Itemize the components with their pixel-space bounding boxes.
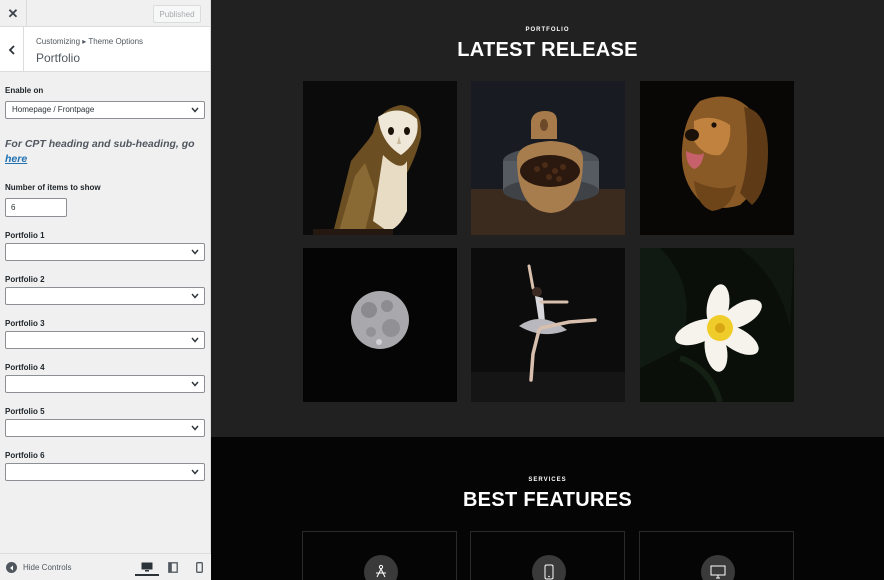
portfolio-3-label: Portfolio 3 xyxy=(5,319,45,328)
portfolio-item-flower[interactable] xyxy=(640,248,794,402)
section-header: Customizing ▸ Theme Options Portfolio xyxy=(0,27,210,72)
portfolio-1-select[interactable] xyxy=(5,243,205,261)
feature-card[interactable] xyxy=(470,531,625,580)
portfolio-item-dog[interactable] xyxy=(640,81,794,235)
chevron-down-icon xyxy=(191,337,199,343)
items-count-input[interactable]: 6 xyxy=(5,198,67,217)
chevron-down-icon xyxy=(191,425,199,431)
services-title: BEST FEATURES xyxy=(462,489,633,511)
tablet-preview-button[interactable] xyxy=(161,559,185,576)
enable-on-value: Homepage / Frontpage xyxy=(12,105,95,114)
desktop-icon xyxy=(141,562,153,571)
hide-controls-label: Hide Controls xyxy=(23,563,72,572)
chevron-down-icon xyxy=(191,381,199,387)
customizer-sidebar: ✕ Published Customizing ▸ Theme Options … xyxy=(0,0,211,580)
customizer-topbar: ✕ Published xyxy=(0,0,210,27)
services-eyebrow: SERVICES xyxy=(528,477,567,483)
services-section: SERVICES BEST FEATURES xyxy=(211,437,884,580)
portfolio-1-label: Portfolio 1 xyxy=(5,231,45,240)
portfolio-2-select[interactable] xyxy=(5,287,205,305)
controls-panel: Enable on Homepage / Frontpage For CPT h… xyxy=(0,86,210,481)
portfolio-item-owl[interactable] xyxy=(303,81,457,235)
portfolio-item-ballerina[interactable] xyxy=(471,248,625,402)
portfolio-title: LATEST RELEASE xyxy=(457,39,638,61)
cpt-here-link[interactable]: here xyxy=(5,153,27,165)
back-button[interactable] xyxy=(0,27,24,72)
mobile-preview-button[interactable] xyxy=(187,559,211,576)
collapse-icon xyxy=(6,562,17,573)
chevron-down-icon xyxy=(191,293,199,299)
breadcrumb: Customizing ▸ Theme Options xyxy=(36,37,144,46)
customizer-footer: Hide Controls xyxy=(0,553,211,580)
cpt-note-text: For CPT heading and sub-heading, go xyxy=(5,138,195,150)
chevron-left-icon xyxy=(8,44,15,55)
portfolio-item-moon[interactable] xyxy=(303,248,457,402)
enable-on-label: Enable on xyxy=(5,86,44,95)
feature-card[interactable] xyxy=(639,531,794,580)
design-icon xyxy=(364,555,398,580)
portfolio-section: PORTFOLIO LATEST RELEASE xyxy=(211,0,884,437)
portfolio-6-label: Portfolio 6 xyxy=(5,451,45,460)
portfolio-5-select[interactable] xyxy=(5,419,205,437)
monitor-icon xyxy=(701,555,735,580)
portfolio-item-coffee[interactable] xyxy=(471,81,625,235)
portfolio-4-select[interactable] xyxy=(5,375,205,393)
section-title: Portfolio xyxy=(36,51,81,65)
mobile-icon xyxy=(195,562,203,573)
portfolio-4-label: Portfolio 4 xyxy=(5,363,45,372)
portfolio-eyebrow: PORTFOLIO xyxy=(525,27,570,33)
hide-controls-button[interactable]: Hide Controls xyxy=(6,562,71,573)
feature-card[interactable] xyxy=(302,531,457,580)
site-preview: PORTFOLIO LATEST RELEASE SERVICES BEST F… xyxy=(211,0,884,580)
chevron-down-icon xyxy=(191,107,199,113)
mobile-icon xyxy=(532,555,566,580)
portfolio-6-select[interactable] xyxy=(5,463,205,481)
items-count-label: Number of items to show xyxy=(5,183,101,192)
close-icon[interactable]: ✕ xyxy=(0,0,27,27)
chevron-down-icon xyxy=(191,249,199,255)
cpt-note: For CPT heading and sub-heading, go here xyxy=(5,137,205,167)
portfolio-2-label: Portfolio 2 xyxy=(5,275,45,284)
chevron-down-icon xyxy=(191,469,199,475)
published-button[interactable]: Published xyxy=(153,5,201,23)
portfolio-select-list: Portfolio 1 Portfolio 2 Portfolio 3 Portfol… xyxy=(5,231,205,481)
tablet-icon xyxy=(168,562,178,573)
desktop-preview-button[interactable] xyxy=(135,559,159,576)
enable-on-select[interactable]: Homepage / Frontpage xyxy=(5,101,205,119)
portfolio-3-select[interactable] xyxy=(5,331,205,349)
portfolio-5-label: Portfolio 5 xyxy=(5,407,45,416)
